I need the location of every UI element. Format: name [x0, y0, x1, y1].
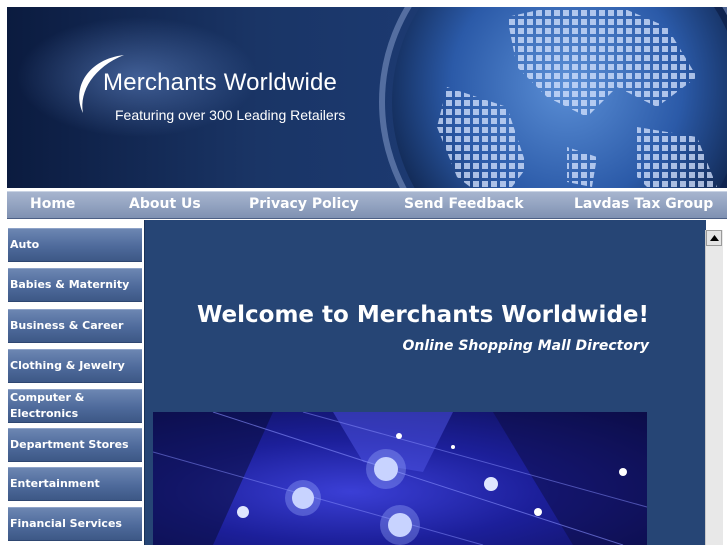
- sidebar-item-clothing-jewelry[interactable]: Clothing & Jewelry: [8, 349, 142, 383]
- sidebar-item-computer-electronics[interactable]: Computer & Electronics: [8, 389, 142, 423]
- sidebar-item-department-stores[interactable]: Department Stores: [8, 428, 142, 462]
- top-navigation: Home About Us Privacy Policy Send Feedba…: [7, 191, 727, 219]
- category-sidebar: Auto Babies & Maternity Business & Caree…: [7, 220, 144, 545]
- sidebar-item-entertainment[interactable]: Entertainment: [8, 467, 142, 501]
- sidebar-item-label: Department Stores: [10, 438, 129, 451]
- sidebar-item-label: Computer & Electronics: [10, 391, 85, 420]
- scroll-up-button[interactable]: [706, 230, 722, 246]
- nav-send-feedback[interactable]: Send Feedback: [404, 196, 524, 212]
- mall-photo: [153, 412, 647, 545]
- sidebar-item-label: Financial Services: [10, 517, 122, 530]
- nav-about-us[interactable]: About Us: [129, 196, 201, 212]
- logo-tagline: Featuring over 300 Leading Retailers: [115, 107, 346, 123]
- page-title: Welcome to Merchants Worldwide!: [197, 302, 649, 328]
- sidebar-item-babies-maternity[interactable]: Babies & Maternity: [8, 268, 142, 302]
- triangle-up-icon: [710, 235, 719, 241]
- header-banner: Merchants Worldwide Featuring over 300 L…: [7, 7, 727, 188]
- sidebar-item-label: Entertainment: [10, 477, 100, 490]
- vertical-scrollbar[interactable]: [705, 230, 723, 545]
- sidebar-item-auto[interactable]: Auto: [8, 228, 142, 262]
- sidebar-item-business-career[interactable]: Business & Career: [8, 309, 142, 343]
- page-subtitle: Online Shopping Mall Directory: [402, 338, 649, 354]
- sidebar-item-label: Business & Career: [10, 319, 124, 332]
- nav-lavdas-tax-group[interactable]: Lavdas Tax Group: [574, 196, 713, 212]
- sidebar-item-label: Babies & Maternity: [10, 278, 130, 291]
- main-content: Welcome to Merchants Worldwide! Online S…: [144, 220, 706, 545]
- sidebar-item-label: Auto: [10, 238, 40, 251]
- sidebar-item-financial-services[interactable]: Financial Services: [8, 507, 142, 541]
- nav-privacy-policy[interactable]: Privacy Policy: [249, 196, 359, 212]
- globe-graphic: [379, 7, 727, 188]
- nav-home[interactable]: Home: [30, 196, 75, 212]
- logo-title: Merchants Worldwide: [103, 69, 338, 96]
- sidebar-item-label: Clothing & Jewelry: [10, 359, 125, 372]
- mall-interior-image: [153, 412, 647, 545]
